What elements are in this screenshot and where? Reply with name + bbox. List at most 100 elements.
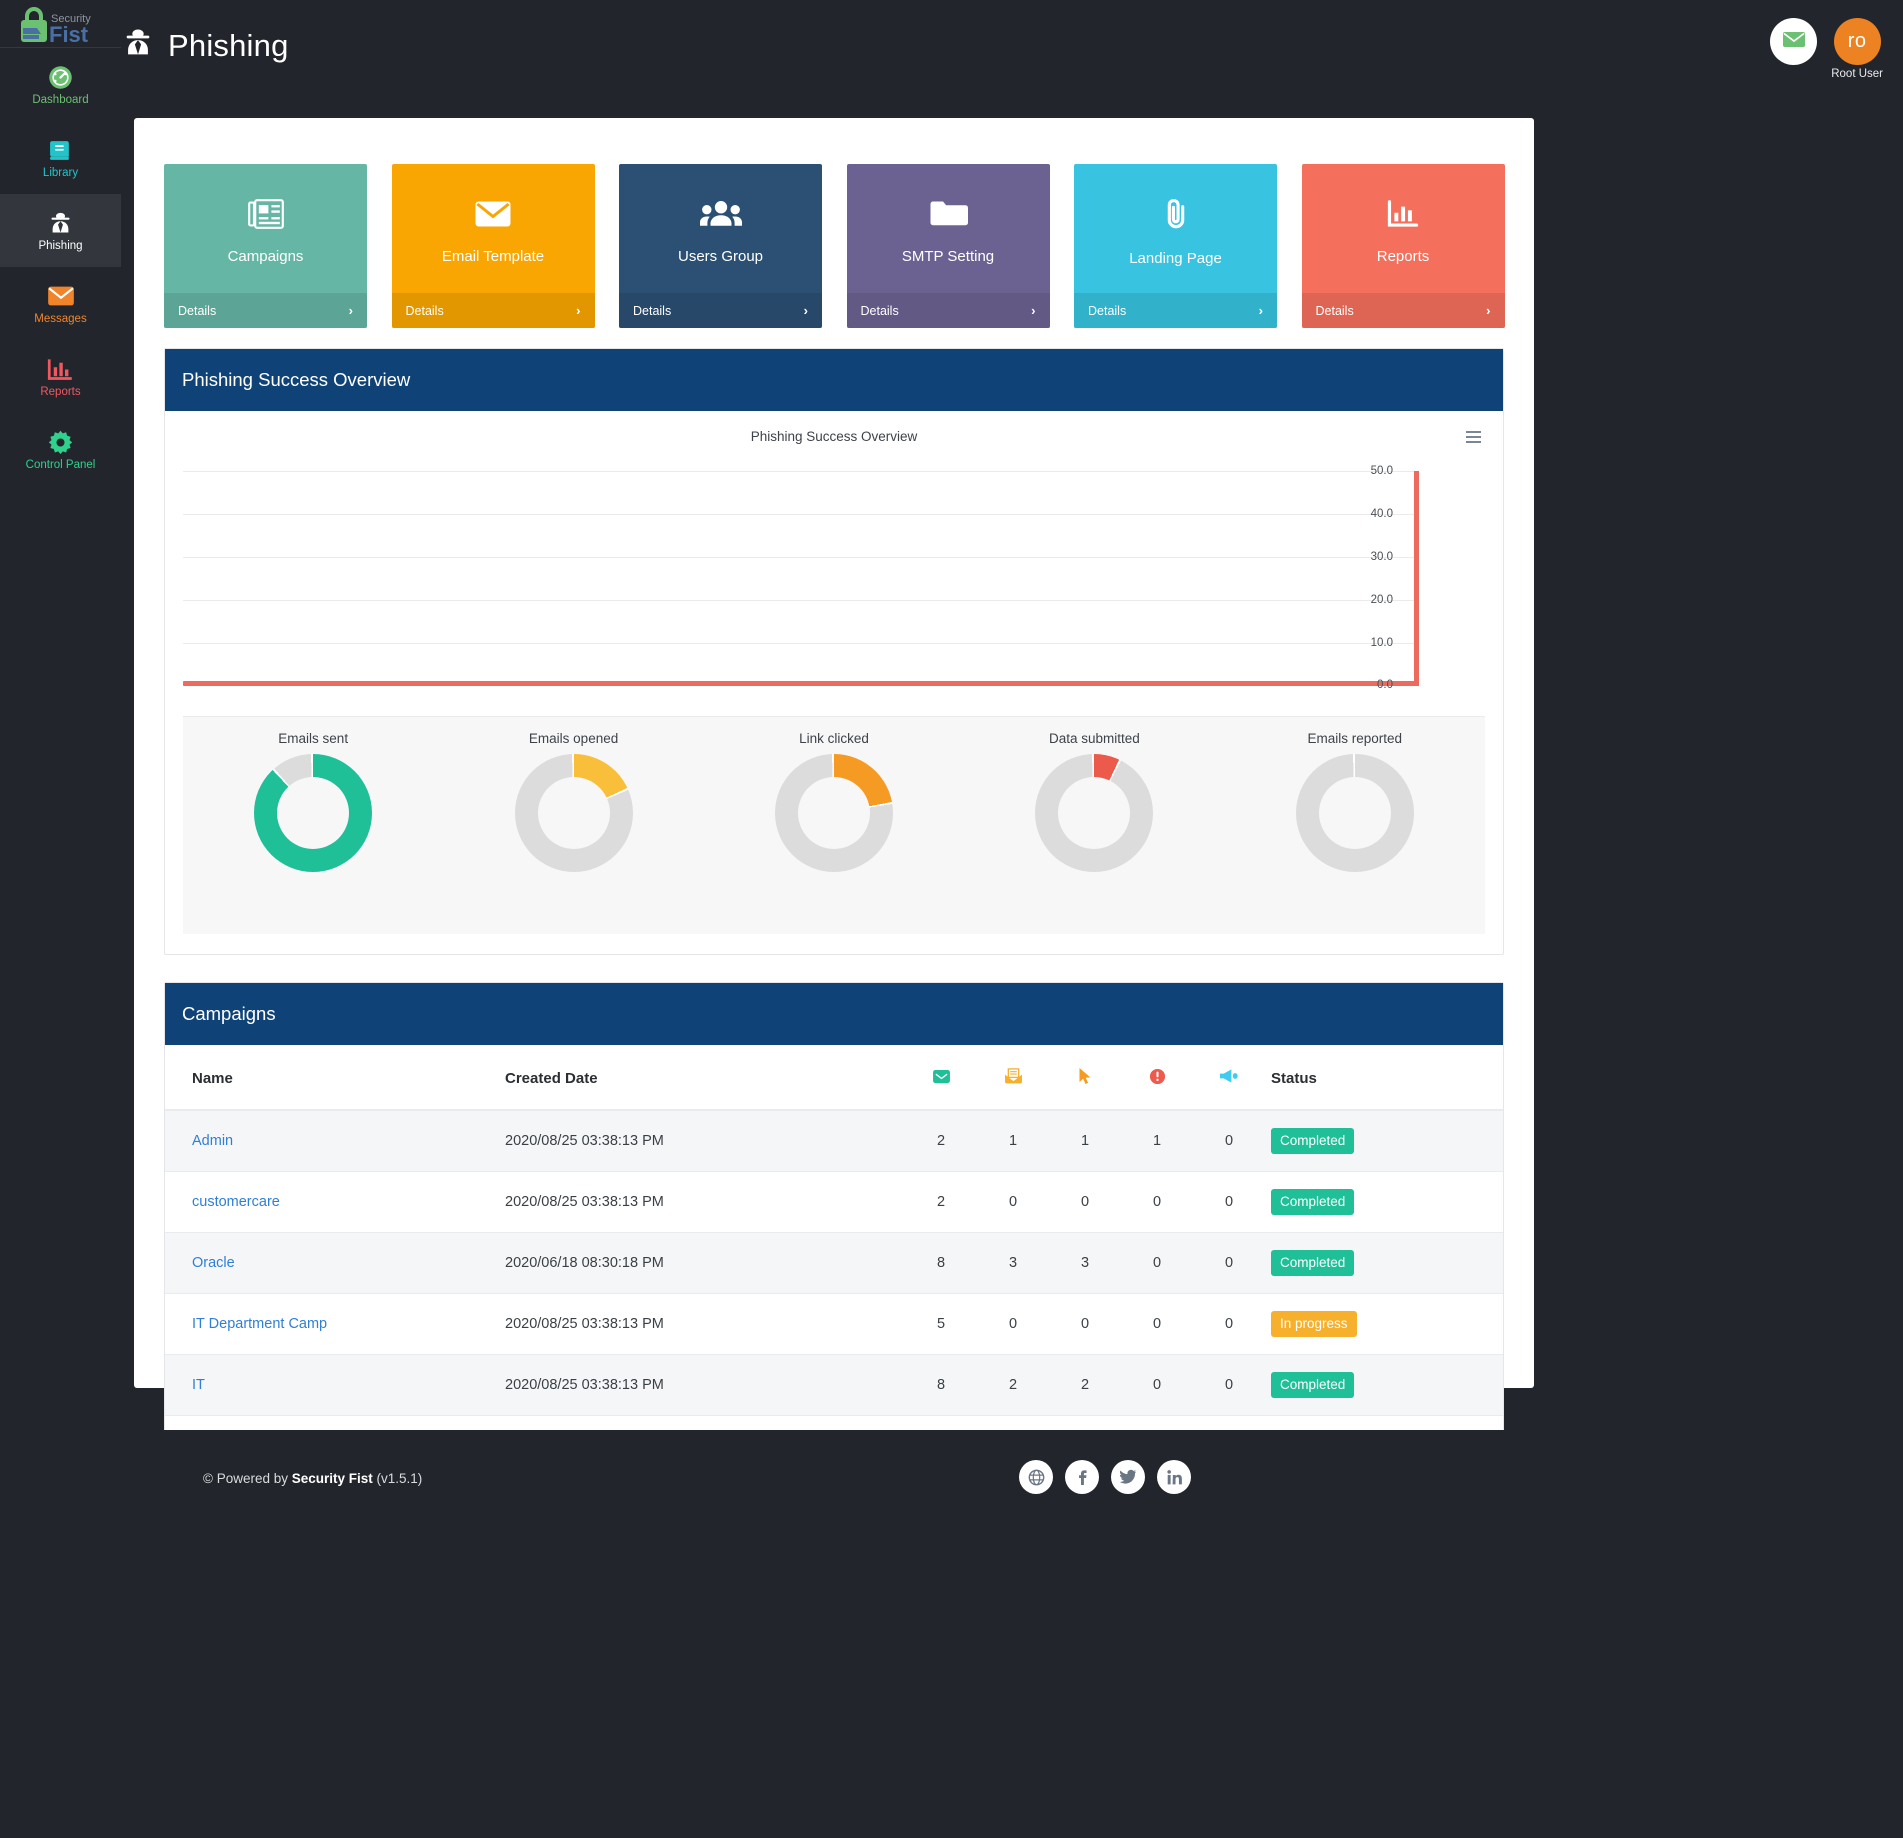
campaign-emails-reported[interactable]: 0 xyxy=(1193,1232,1265,1294)
footer-brand: Security Fist xyxy=(291,1471,373,1486)
tile-label: Reports xyxy=(1376,247,1430,265)
column-name[interactable]: Name xyxy=(165,1045,505,1111)
donut-label: Emails reported xyxy=(1307,731,1403,746)
tile-campaigns[interactable]: Campaigns Details › xyxy=(164,164,367,328)
facebook-icon[interactable] xyxy=(1065,1460,1099,1494)
quick-links-tiles: Campaigns Details › Email Template Detai… xyxy=(164,164,1505,328)
campaign-link-clicked[interactable]: 0 xyxy=(1049,1293,1121,1355)
sidebar-item-label: Dashboard xyxy=(32,94,89,106)
campaign-link-clicked[interactable]: 1 xyxy=(1049,1110,1121,1172)
tile-details-link[interactable]: Details › xyxy=(1301,293,1505,328)
tile-landing-page[interactable]: Landing Page Details › xyxy=(1074,164,1277,328)
tile-body: Campaigns xyxy=(164,164,367,293)
donut-label: Emails opened xyxy=(528,731,619,746)
table-row[interactable]: Oracle 2020/06/18 08:30:18 PM 8 3 3 0 0 … xyxy=(165,1232,1503,1294)
campaign-emails-reported[interactable]: 0 xyxy=(1193,1354,1265,1416)
tile-smtp-setting[interactable]: SMTP Setting Details › xyxy=(846,164,1050,328)
column-created-date[interactable]: Created Date xyxy=(505,1045,905,1111)
campaign-data-submitted[interactable]: 0 xyxy=(1121,1293,1193,1355)
twitter-icon[interactable] xyxy=(1111,1460,1145,1494)
brand-logo[interactable]: Security Fist xyxy=(0,0,121,48)
tile-body: Landing Page xyxy=(1074,164,1277,293)
sidebar-item-dashboard[interactable]: Dashboard xyxy=(0,48,121,121)
campaign-emails-sent[interactable]: 5 xyxy=(905,1293,977,1355)
hamburger-icon[interactable] xyxy=(1466,431,1481,446)
column-emails-opened[interactable] xyxy=(977,1045,1049,1111)
panel-title: Phishing Success Overview xyxy=(165,349,1503,411)
campaign-emails-opened[interactable]: 0 xyxy=(977,1171,1049,1233)
user-menu[interactable]: ro Root User xyxy=(1831,18,1883,80)
column-status[interactable]: Status xyxy=(1265,1045,1503,1111)
chart-series-spike xyxy=(1414,471,1419,686)
table-row[interactable]: IT Department Camp 2020/08/25 03:38:13 P… xyxy=(165,1293,1503,1355)
sidebar-item-library[interactable]: Library xyxy=(0,121,121,194)
donut-link-clicked: Link clicked xyxy=(734,731,934,872)
newspaper-icon xyxy=(247,198,284,234)
campaign-name-link[interactable]: IT Department Camp xyxy=(192,1316,327,1332)
campaign-name-link[interactable]: IT xyxy=(192,1377,205,1393)
sidebar-item-messages[interactable]: Messages xyxy=(0,267,121,340)
campaign-data-submitted[interactable]: 0 xyxy=(1121,1354,1193,1416)
tile-body: Reports xyxy=(1302,164,1505,293)
campaign-emails-opened[interactable]: 2 xyxy=(977,1354,1049,1416)
linkedin-icon[interactable] xyxy=(1157,1460,1191,1494)
tile-details-label: Details xyxy=(1088,303,1127,318)
table-row[interactable]: IT 2020/08/25 03:38:13 PM 8 2 2 0 0 Comp… xyxy=(165,1354,1503,1416)
chart-icon xyxy=(1387,199,1419,234)
donut-label: Emails sent xyxy=(278,731,349,746)
campaign-name-link[interactable]: Oracle xyxy=(192,1255,235,1271)
bullhorn-icon xyxy=(1219,1069,1239,1088)
campaign-name-link[interactable]: Admin xyxy=(192,1133,233,1149)
campaign-link-clicked[interactable]: 3 xyxy=(1049,1232,1121,1294)
donut-label: Data submitted xyxy=(1048,731,1140,746)
campaign-emails-sent[interactable]: 2 xyxy=(905,1171,977,1233)
folder-icon xyxy=(928,199,968,234)
tile-details-link[interactable]: Details › xyxy=(391,293,595,328)
campaign-data-submitted[interactable]: 0 xyxy=(1121,1171,1193,1233)
campaign-emails-reported[interactable]: 0 xyxy=(1193,1293,1265,1355)
sidebar-item-phishing[interactable]: Phishing xyxy=(0,194,121,267)
campaign-emails-sent[interactable]: 8 xyxy=(905,1232,977,1294)
chart-series-line xyxy=(183,681,1419,686)
tile-body: Email Template xyxy=(392,164,595,293)
campaign-link-clicked[interactable]: 2 xyxy=(1049,1354,1121,1416)
sidebar: Security Fist Dashboard Library Phishing… xyxy=(0,0,121,1838)
tile-details-link[interactable]: Details › xyxy=(1074,293,1277,328)
campaign-emails-sent[interactable]: 2 xyxy=(905,1110,977,1172)
spy-icon xyxy=(47,208,74,238)
tile-email-template[interactable]: Email Template Details › xyxy=(391,164,595,328)
column-emails-sent[interactable] xyxy=(905,1045,977,1111)
security-fist-logo-icon: Security Fist xyxy=(20,6,91,46)
tile-details-link[interactable]: Details › xyxy=(846,293,1050,328)
column-emails-reported[interactable] xyxy=(1193,1045,1265,1111)
table-row[interactable]: customercare 2020/08/25 03:38:13 PM 2 0 … xyxy=(165,1171,1503,1233)
messages-button[interactable] xyxy=(1770,18,1818,65)
campaign-data-submitted[interactable]: 1 xyxy=(1121,1110,1193,1172)
campaign-emails-reported[interactable]: 0 xyxy=(1193,1110,1265,1172)
tile-reports[interactable]: Reports Details › xyxy=(1301,164,1505,328)
avatar-initials: ro xyxy=(1847,30,1867,52)
column-data-submitted[interactable] xyxy=(1121,1045,1193,1111)
sidebar-item-reports[interactable]: Reports xyxy=(0,340,121,413)
avatar[interactable]: ro xyxy=(1833,18,1881,65)
campaign-name-link[interactable]: customercare xyxy=(192,1194,280,1210)
campaign-emails-opened[interactable]: 0 xyxy=(977,1293,1049,1355)
tile-details-link[interactable]: Details › xyxy=(619,293,822,328)
campaign-emails-reported[interactable]: 0 xyxy=(1193,1171,1265,1233)
globe-icon[interactable] xyxy=(1019,1460,1053,1494)
tile-users-group[interactable]: Users Group Details › xyxy=(619,164,822,328)
campaign-data-submitted[interactable]: 0 xyxy=(1121,1232,1193,1294)
campaign-emails-opened[interactable]: 3 xyxy=(977,1232,1049,1294)
users-icon xyxy=(699,199,742,234)
table-row[interactable]: Admin 2020/08/25 03:38:13 PM 2 1 1 1 0 C… xyxy=(165,1110,1503,1172)
envelope-open-icon xyxy=(1004,1068,1023,1088)
campaign-link-clicked[interactable]: 0 xyxy=(1049,1171,1121,1233)
campaign-emails-sent[interactable]: 8 xyxy=(905,1354,977,1416)
sidebar-item-control-panel[interactable]: Control Panel xyxy=(0,413,121,486)
column-link-clicked[interactable] xyxy=(1049,1045,1121,1111)
copyright: © Powered by Security Fist (v1.5.1) xyxy=(203,1471,422,1486)
chevron-right-icon: › xyxy=(803,303,808,318)
tile-details-link[interactable]: Details › xyxy=(164,293,367,328)
campaign-emails-opened[interactable]: 1 xyxy=(977,1110,1049,1172)
envelope-icon xyxy=(47,281,75,311)
